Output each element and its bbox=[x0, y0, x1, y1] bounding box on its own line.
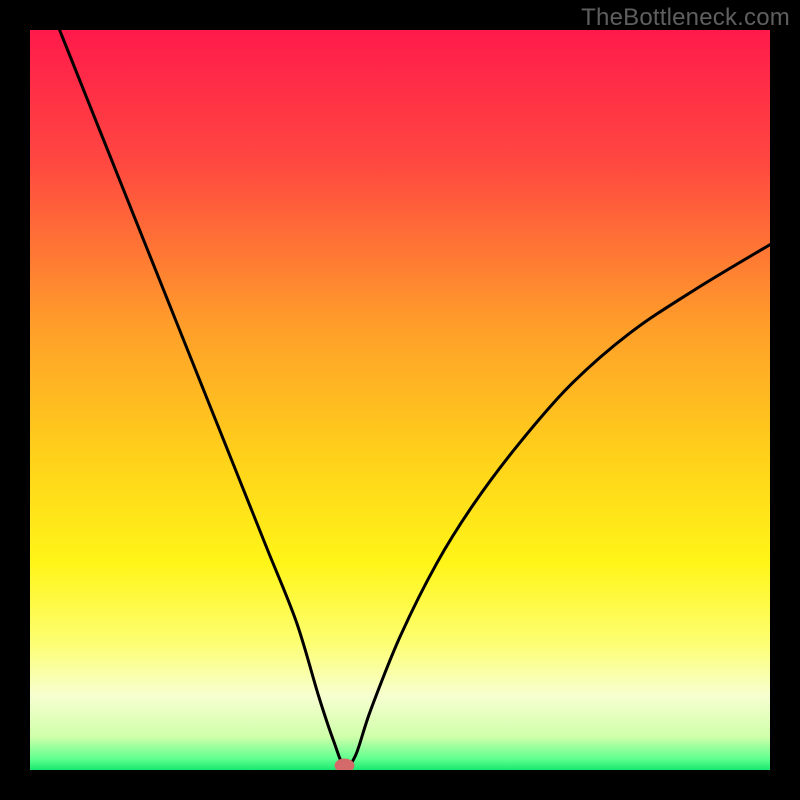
gradient-background bbox=[30, 30, 770, 770]
bottleneck-chart bbox=[30, 30, 770, 770]
plot-area bbox=[30, 30, 770, 770]
chart-frame: TheBottleneck.com bbox=[0, 0, 800, 800]
watermark-text: TheBottleneck.com bbox=[581, 4, 790, 32]
